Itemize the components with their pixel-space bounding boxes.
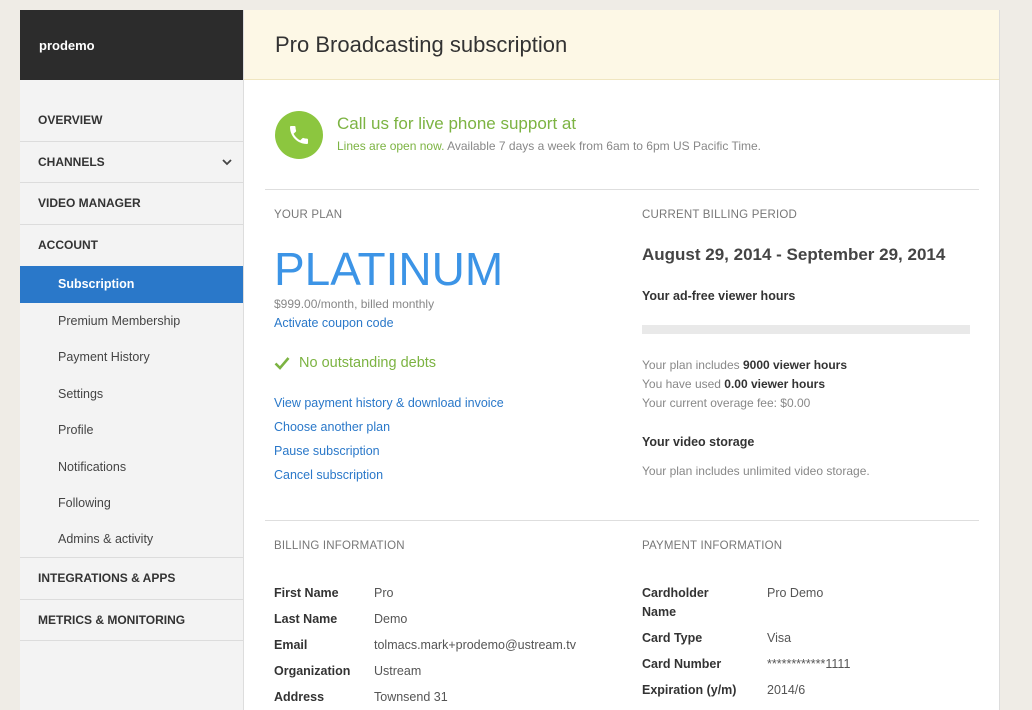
sidebar-item-notifications[interactable]: Notifications	[20, 449, 243, 486]
overage-fee: Your current overage fee: $0.00	[642, 396, 811, 410]
chevron-down-icon	[222, 159, 232, 166]
your-plan-label: YOUR PLAN	[274, 209, 343, 221]
billing-period-label: CURRENT BILLING PERIOD	[642, 209, 797, 221]
card-type-value: Visa	[767, 631, 792, 645]
sidebar-item-admins-activity[interactable]: Admins & activity	[20, 522, 243, 558]
sidebar-item-payment-history[interactable]: Payment History	[20, 339, 243, 376]
sidebar-nav: OVERVIEW CHANNELS VIDEO MANAGER ACCOUNT …	[20, 100, 243, 641]
card-type-label: Card Type	[642, 631, 703, 645]
sidebar: prodemo OVERVIEW CHANNELS VIDEO MANAGER …	[20, 10, 244, 710]
sidebar-item-label: CHANNELS	[38, 154, 105, 169]
sidebar-item-subscription[interactable]: Subscription	[20, 266, 243, 303]
video-storage-text: Your plan includes unlimited video stora…	[642, 464, 870, 478]
phone-icon	[275, 111, 323, 159]
cancel-subscription-link[interactable]: Cancel subscription	[274, 468, 383, 482]
sidebar-item-label: OVERVIEW	[38, 113, 103, 128]
organization-label: Organization	[274, 664, 351, 678]
plan-includes-prefix: Your plan includes	[642, 358, 743, 372]
last-name-label: Last Name	[274, 612, 338, 626]
support-hours: Lines are open now. Available 7 days a w…	[337, 139, 761, 153]
organization-value: Ustream	[374, 664, 422, 678]
pause-subscription-link[interactable]: Pause subscription	[274, 444, 380, 458]
cardholder-label-line2: Name	[642, 605, 677, 619]
sidebar-item-settings[interactable]: Settings	[20, 376, 243, 413]
expiration-value: 2014/6	[767, 683, 806, 697]
sidebar-item-integrations[interactable]: INTEGRATIONS & APPS	[20, 558, 243, 600]
support-status: Lines are open now.	[337, 139, 445, 153]
debt-status-text: No outstanding debts	[299, 355, 437, 371]
sidebar-item-account[interactable]: ACCOUNT	[20, 225, 243, 267]
sidebar-item-channels[interactable]: CHANNELS	[20, 142, 243, 183]
card-number-value: ************1111	[767, 657, 851, 671]
sidebar-item-following[interactable]: Following	[20, 485, 243, 522]
plan-includes-value: 9000 viewer hours	[742, 358, 848, 372]
divider	[265, 520, 979, 521]
video-storage-title: Your video storage	[642, 435, 755, 449]
sidebar-item-label: ACCOUNT	[38, 238, 98, 253]
plan-name: PLATINUM	[274, 243, 504, 295]
phone-support-banner: Call us for live phone support at Lines …	[275, 111, 761, 159]
sidebar-item-premium-membership[interactable]: Premium Membership	[20, 303, 243, 340]
cardholder-label: Cardholder	[642, 586, 709, 600]
viewer-hours-progress	[642, 325, 970, 334]
support-title: Call us for live phone support at	[337, 114, 577, 133]
account-name: prodemo	[20, 10, 243, 80]
divider	[265, 189, 979, 190]
used-hours-value: 0.00 viewer hours	[724, 377, 826, 391]
sidebar-item-label: INTEGRATIONS & APPS	[38, 571, 176, 586]
checkmark-icon	[274, 357, 290, 370]
sidebar-item-label: VIDEO MANAGER	[38, 196, 141, 211]
main-content: Pro Broadcasting subscription Call us fo…	[244, 10, 1000, 710]
address-value: Townsend 31	[374, 690, 448, 704]
choose-plan-link[interactable]: Choose another plan	[274, 420, 390, 434]
used-hours: You have used 0.00 viewer hours	[642, 377, 825, 391]
email-value: tolmacs.mark+prodemo@ustream.tv	[374, 638, 576, 652]
expiration-label: Expiration (y/m)	[642, 683, 737, 697]
page-title: Pro Broadcasting subscription	[244, 10, 999, 80]
sidebar-item-label: METRICS & MONITORING	[38, 612, 186, 627]
sidebar-item-video-manager[interactable]: VIDEO MANAGER	[20, 183, 243, 225]
viewer-hours-title: Your ad-free viewer hours	[642, 289, 796, 303]
support-hours-text: Available 7 days a week from 6am to 6pm …	[444, 139, 762, 153]
sidebar-item-metrics[interactable]: METRICS & MONITORING	[20, 600, 243, 641]
cardholder-value: Pro Demo	[767, 586, 824, 600]
sidebar-item-profile[interactable]: Profile	[20, 412, 243, 449]
sidebar-item-overview[interactable]: OVERVIEW	[20, 100, 243, 142]
plan-includes-hours: Your plan includes 9000 viewer hours	[642, 358, 847, 372]
first-name-label: First Name	[274, 586, 339, 600]
used-hours-prefix: You have used	[642, 377, 725, 391]
debt-status: No outstanding debts	[274, 355, 436, 371]
payment-info-label: PAYMENT INFORMATION	[642, 540, 783, 552]
address-label: Address	[274, 690, 325, 704]
card-number-label: Card Number	[642, 657, 722, 671]
plan-price: $999.00/month, billed monthly	[274, 297, 435, 311]
email-label: Email	[274, 638, 308, 652]
first-name-value: Pro	[374, 586, 394, 600]
billing-period-range: August 29, 2014 - September 29, 2014	[642, 245, 946, 264]
last-name-value: Demo	[374, 612, 408, 626]
payment-history-link[interactable]: View payment history & download invoice	[274, 396, 504, 410]
billing-info-label: BILLING INFORMATION	[274, 540, 405, 552]
activate-coupon-link[interactable]: Activate coupon code	[274, 316, 394, 330]
